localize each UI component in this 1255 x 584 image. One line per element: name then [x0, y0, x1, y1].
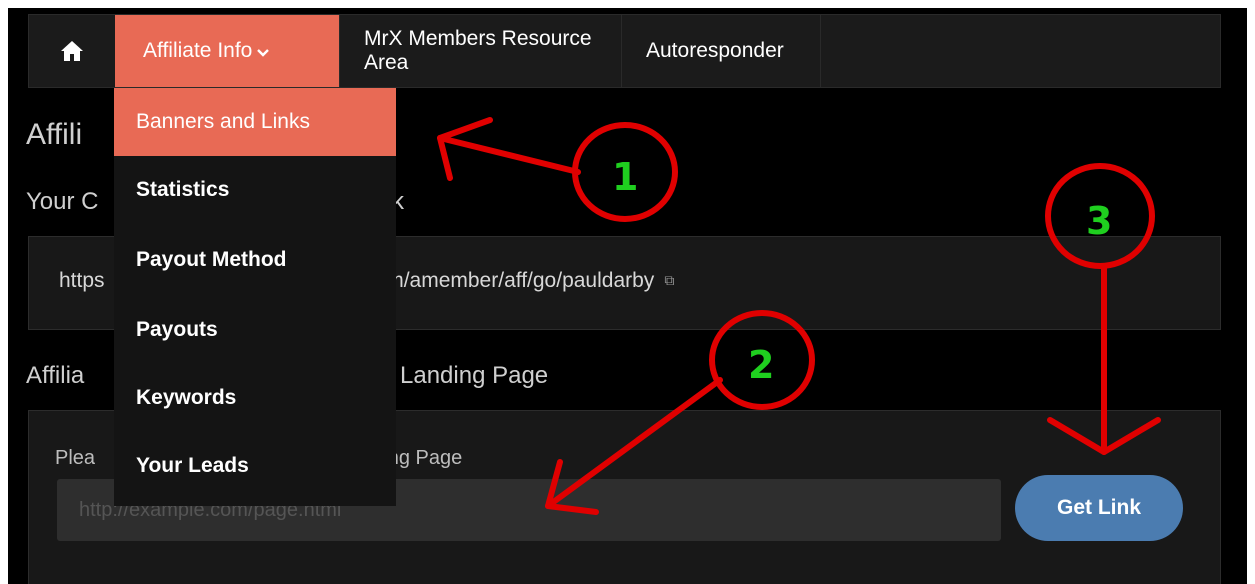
- landing-heading-right: Landing Page: [400, 362, 549, 389]
- nav-autoresponder[interactable]: Autoresponder: [621, 15, 821, 87]
- nav-autoresponder-label: Autoresponder: [646, 39, 784, 62]
- nav-mrx-label: MrX Members Resource Area: [364, 27, 592, 74]
- nav-affiliate-label: Affiliate Info: [143, 39, 253, 62]
- nav-home[interactable]: [29, 15, 115, 87]
- nav-mrx-members[interactable]: MrX Members Resource Area: [339, 15, 621, 87]
- affiliate-dropdown-menu: Banners and Links Statistics Payout Meth…: [114, 88, 396, 506]
- dropdown-item-statistics[interactable]: Statistics: [114, 156, 396, 224]
- landing-heading-left: Affilia: [26, 362, 85, 389]
- chevron-down-icon: [257, 49, 270, 57]
- home-icon: [61, 41, 83, 61]
- dropdown-item-banners-and-links[interactable]: Banners and Links: [114, 88, 396, 156]
- dropdown-item-keywords[interactable]: Keywords: [114, 364, 396, 432]
- landing-label-left: Plea: [55, 447, 96, 469]
- link-heading-left: Your C: [26, 188, 99, 215]
- get-link-button[interactable]: Get Link: [1015, 475, 1183, 541]
- link-text-right: om/amember/aff/go/pauldarby: [374, 269, 655, 292]
- dropdown-item-payout-method[interactable]: Payout Method: [114, 226, 396, 294]
- link-text-left: https: [59, 269, 105, 292]
- app-frame: Affiliate Info MrX Members Resource Area…: [8, 8, 1247, 584]
- dropdown-item-payouts[interactable]: Payouts: [114, 296, 396, 364]
- top-navbar: Affiliate Info MrX Members Resource Area…: [28, 14, 1221, 88]
- nav-affiliate-info[interactable]: Affiliate Info: [115, 15, 339, 87]
- page-title: Affili: [26, 118, 83, 151]
- dropdown-item-your-leads[interactable]: Your Leads: [114, 432, 396, 500]
- copy-icon[interactable]: ⧉: [664, 272, 674, 289]
